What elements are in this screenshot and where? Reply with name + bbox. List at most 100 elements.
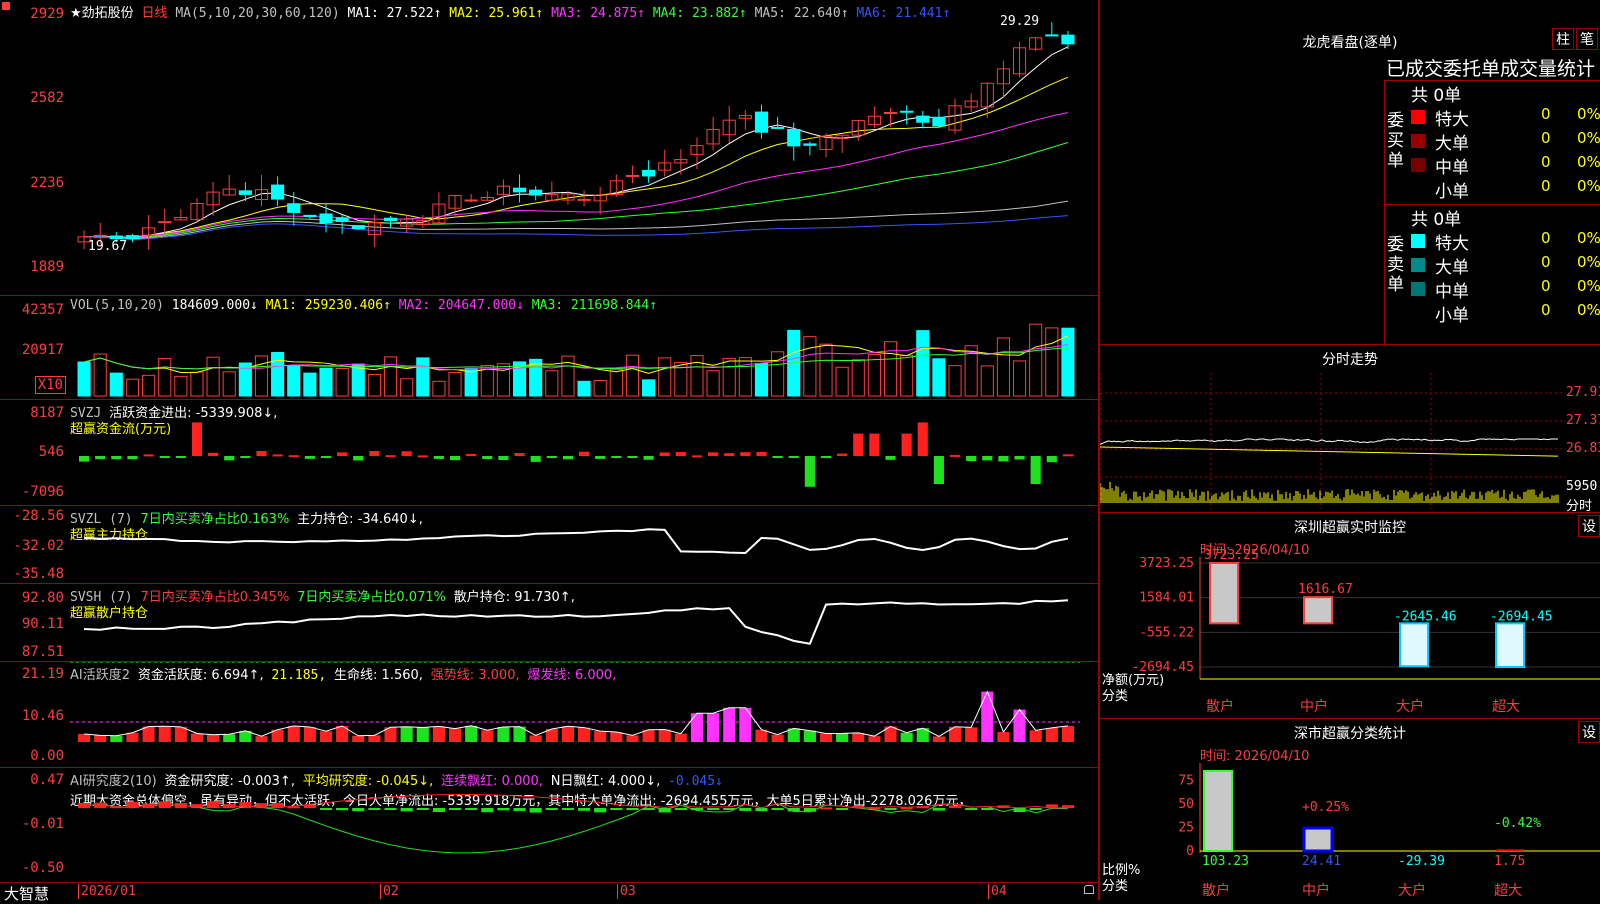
color-swatch <box>1411 110 1425 124</box>
ai-research-chart[interactable] <box>70 768 1098 882</box>
color-swatch <box>1411 306 1425 320</box>
activity-bar <box>126 732 139 742</box>
svsh-panel[interactable]: 92.80 90.11 87.51 SVSH (7) 7日内买卖净占比0.345… <box>0 584 1098 662</box>
fund-flow-bar <box>966 456 977 462</box>
candle <box>383 217 398 221</box>
monitor-title: 深圳超赢实时监控 <box>1294 520 1406 536</box>
sell-side-label: 委卖单 <box>1387 235 1404 295</box>
volume-bar <box>706 370 720 397</box>
monitor-chart[interactable]: 3723.25 1584.01 -555.22 -2694.45 3723.25 散户 16… <box>1100 549 1600 719</box>
activity-bar <box>1045 727 1058 742</box>
intraday-tick: 27.37 <box>1566 413 1600 428</box>
ai-active-chart[interactable] <box>70 662 1098 768</box>
lock-icon[interactable] <box>1084 885 1094 894</box>
lhb-row: 小单 0 0% <box>1411 177 1600 202</box>
tick-mode-button[interactable]: 笔 <box>1576 28 1598 50</box>
row-count: 0 <box>1541 229 1551 247</box>
kline-panel[interactable]: 2929 2582 2236 1889 ★劲拓股份 日线 MA(5,10,20,… <box>0 0 1098 296</box>
candle <box>883 111 898 114</box>
row-label: 大单 <box>1435 258 1469 278</box>
kline-y-axis: 2929 2582 2236 1889 <box>0 0 68 296</box>
classify-settings-button[interactable]: 设 <box>1578 721 1600 743</box>
volume-bar <box>932 358 946 397</box>
research-bar <box>594 808 607 813</box>
fund-flow-bar <box>1014 456 1025 460</box>
svzl-chart[interactable] <box>70 506 1098 584</box>
fund-flow-bar <box>79 456 90 462</box>
fund-flow-bar <box>466 453 477 456</box>
fund-flow-bar <box>417 455 428 458</box>
monitor-bar <box>1399 622 1429 668</box>
time-label: 04 <box>988 884 1007 899</box>
research-bar <box>836 808 849 810</box>
volume-panel[interactable]: 42357 20917 X10 VOL(5,10,20) 184609.000↓… <box>0 296 1098 400</box>
volume-bar <box>432 380 446 397</box>
svsh-chart[interactable] <box>70 584 1098 662</box>
lhb-row: 大单 0 0% <box>1411 253 1600 278</box>
fund-flow-bar <box>498 456 509 461</box>
volume-bar <box>916 330 930 397</box>
volume-bar <box>996 337 1010 397</box>
sell-total: 共 0单 <box>1411 210 1462 230</box>
ai-active-panel[interactable]: 21.19 10.46 0.00 AI活跃度2 资金活跃度: 6.694↑, 2… <box>0 662 1098 768</box>
vol-y-axis: 42357 20917 X10 <box>0 296 68 400</box>
fund-flow-bar <box>546 456 557 458</box>
activity-bar <box>158 726 171 742</box>
fund-flow-bar <box>95 456 106 460</box>
intraday-panel[interactable]: 分时走势 27.91 27.37 26.83 5950 分时 <box>1100 344 1600 514</box>
row-label: 中单 <box>1435 158 1469 178</box>
classify-panel[interactable]: 深市超赢分类统计 设 时间: 2026/04/10 75 50 25 0 103.23 散… <box>1100 718 1600 900</box>
research-bar <box>1029 808 1042 810</box>
ma-line <box>84 76 1069 238</box>
svzj-panel[interactable]: 8187 546 -7096 SVZJ 活跃资金进出: -5339.908↓, … <box>0 400 1098 506</box>
classify-y-tick: 25 <box>1178 820 1194 835</box>
candle <box>1045 34 1059 37</box>
color-swatch <box>1411 282 1425 296</box>
volume-bar <box>158 358 172 397</box>
classify-category: 散户 <box>1202 882 1230 899</box>
bar-mode-button[interactable]: 柱 <box>1552 28 1574 50</box>
volume-bar <box>287 365 301 397</box>
fund-flow-bar <box>272 454 283 457</box>
activity-bar <box>803 730 816 742</box>
monitor-panel[interactable]: 深圳超赢实时监控 设 时间: 2026/04/10 3723.25 1584.01… <box>1100 512 1600 718</box>
y-tick: -35.48 <box>13 566 64 582</box>
activity-bar <box>465 725 478 742</box>
fund-flow-bar <box>256 450 267 456</box>
monitor-settings-button[interactable]: 设 <box>1578 515 1600 537</box>
fund-flow-bar <box>788 456 799 458</box>
volume-bar <box>77 361 91 397</box>
activity-bar <box>481 730 494 742</box>
research-bar <box>948 805 962 808</box>
activity-bar <box>658 729 671 742</box>
kline-chart[interactable] <box>70 0 1098 296</box>
svzj-chart[interactable] <box>70 400 1098 506</box>
research-bar <box>819 807 833 810</box>
research-bar <box>303 804 316 808</box>
y-tick: 20917 <box>21 342 64 358</box>
fund-flow-bar <box>885 456 896 460</box>
volume-bar <box>206 356 220 397</box>
activity-bar <box>997 731 1010 742</box>
fund-flow-bar <box>562 456 573 460</box>
intraday-chart[interactable] <box>1100 373 1566 509</box>
svzl-panel[interactable]: -28.56 -32.02 -35.48 SVZL (7) 7日内买卖净占比0.… <box>0 506 1098 584</box>
classify-chart[interactable]: 75 50 25 0 103.23 散户 24.41 +0.25% 中户 -29.39 大户 1.75… <box>1100 755 1600 901</box>
ma-line <box>84 142 1069 239</box>
research-bar <box>965 808 978 810</box>
fund-flow-bar <box>482 456 493 459</box>
fund-flow-bar <box>740 452 751 456</box>
volume-bar <box>174 375 188 397</box>
volume-bar <box>658 357 672 397</box>
row-count: 0 <box>1541 301 1551 319</box>
activity-bar <box>578 727 591 742</box>
row-count: 0 <box>1541 153 1551 171</box>
volume-bar <box>254 355 269 397</box>
fund-flow-bar <box>530 456 541 462</box>
research-bar <box>432 808 445 812</box>
activity-bar <box>190 733 204 742</box>
lhb-panel: 龙虎看盘(逐单) 柱 笔 已成交委托单成交量统计 委买单 共 0单 特大 0 0% 大… <box>1100 0 1600 345</box>
monitor-category: 散户 <box>1206 698 1234 715</box>
ai-research-panel[interactable]: 0.47 -0.01 -0.50 AI研究度2(10) 资金研究度: -0.00… <box>0 768 1098 882</box>
volume-chart[interactable] <box>70 296 1098 400</box>
